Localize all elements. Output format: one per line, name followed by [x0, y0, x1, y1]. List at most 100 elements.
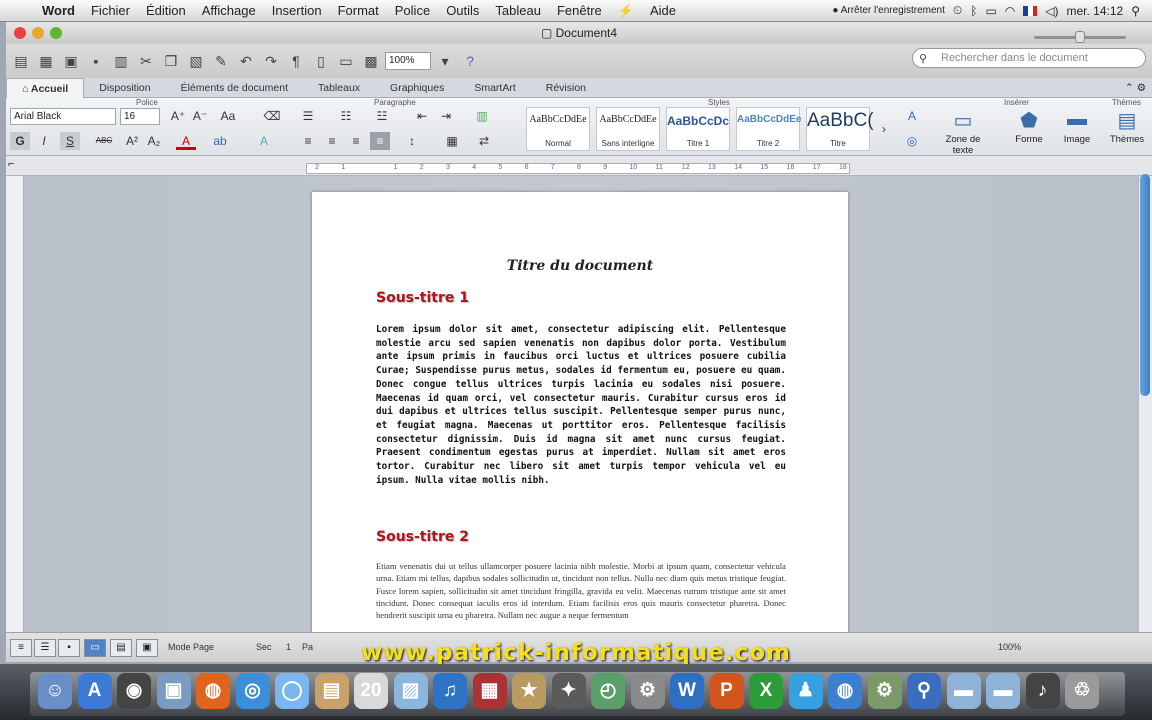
menu-police[interactable]: Police — [387, 3, 438, 18]
align-left-icon[interactable]: ≡ — [298, 132, 318, 150]
collapse-ribbon-icon[interactable]: ⌃ ⚙ — [1125, 82, 1152, 94]
dock-icon-ical[interactable]: 20 — [354, 673, 388, 709]
change-case-icon[interactable]: Aa — [218, 107, 238, 125]
menu-outils[interactable]: Outils — [438, 3, 487, 18]
numbering-icon[interactable]: ☷ — [336, 107, 356, 125]
menu-insertion[interactable]: Insertion — [264, 3, 330, 18]
highlight-icon[interactable]: ab — [210, 132, 230, 150]
style-titre-1[interactable]: AaBbCcDc Titre 1 — [666, 107, 730, 151]
horizontal-ruler[interactable]: 2 1 1 2 3 4 5 6 7 8 9 10 11 12 13 14 15 16 17 18 — [306, 163, 850, 174]
dock-icon-excel[interactable]: X — [749, 673, 783, 709]
dock-icon-photo-booth[interactable]: ▦ — [472, 673, 507, 709]
underline-icon[interactable]: S — [60, 132, 80, 150]
dock-icon-safari[interactable]: ◎ — [235, 673, 270, 709]
multilevel-list-icon[interactable]: ☳ — [372, 107, 392, 125]
dock-icon-aper-u[interactable]: ▣ — [156, 673, 191, 709]
italic-icon[interactable]: I — [34, 132, 54, 150]
battery-icon[interactable]: ▭ — [985, 4, 996, 18]
style-normal[interactable]: AaBbCcDdEe Normal — [526, 107, 590, 151]
align-center-icon[interactable]: ≡ — [322, 132, 342, 150]
bullets-icon[interactable]: ☰ — [298, 107, 318, 125]
borders-icon[interactable]: ▦ — [442, 132, 462, 150]
media-browser-icon[interactable]: ▩ — [360, 50, 382, 72]
superscript-icon[interactable]: A² — [122, 132, 142, 150]
font-name-select[interactable]: Arial Black — [10, 108, 116, 125]
bluetooth-icon[interactable]: ᛒ — [970, 4, 977, 18]
dock-icon-firefox[interactable]: ◍ — [196, 673, 230, 709]
text-effects-icon[interactable]: A — [254, 132, 274, 150]
redo-icon[interactable]: ↷ — [260, 50, 282, 72]
tab-elements-document[interactable]: Éléments de document — [166, 78, 303, 98]
format-painter-icon[interactable]: ✎ — [210, 50, 232, 72]
french-flag-icon[interactable] — [1023, 5, 1038, 16]
document-page[interactable]: Titre du document Sous-titre 1 Lorem ips… — [312, 192, 848, 652]
minimize-window-icon[interactable] — [32, 27, 44, 39]
sidebar-icon[interactable]: ▯ — [310, 50, 332, 72]
vertical-ruler[interactable] — [6, 176, 24, 632]
new-document-icon[interactable]: ▤ — [10, 50, 32, 72]
zoom-window-icon[interactable] — [50, 27, 62, 39]
wifi-icon[interactable]: ◠ — [1005, 4, 1015, 18]
clock[interactable]: mer. 14:12 — [1067, 4, 1124, 18]
bold-icon[interactable]: G — [10, 132, 30, 150]
time-machine-icon[interactable]: ⏲ — [953, 3, 962, 18]
dock-icon-ichat[interactable]: ◯ — [275, 673, 309, 709]
dock-icon-pr-f-rences[interactable]: ◉ — [117, 673, 151, 709]
dock-icon-utilitaire[interactable]: ⚙ — [867, 673, 902, 709]
menu-fenetre[interactable]: Fenêtre — [549, 3, 610, 18]
decrease-indent-icon[interactable]: ⇤ — [412, 107, 432, 125]
tab-smartart[interactable]: SmartArt — [459, 78, 530, 98]
template-gallery-icon[interactable]: ▦ — [35, 50, 57, 72]
style-titre-2[interactable]: AaBbCcDdEe Titre 2 — [736, 107, 801, 151]
document-title[interactable]: Titre du document — [312, 258, 848, 274]
copy-icon[interactable]: ❐ — [160, 50, 182, 72]
themes-button[interactable]: ▤ Thèmes — [1104, 108, 1150, 145]
undo-icon[interactable]: ↶ — [235, 50, 257, 72]
zoom-dropdown-icon[interactable]: ▾ — [434, 50, 456, 72]
grow-font-icon[interactable]: A⁺ — [168, 107, 188, 125]
menu-tableau[interactable]: Tableau — [487, 3, 549, 18]
tab-graphiques[interactable]: Graphiques — [375, 78, 459, 98]
text-direction-icon[interactable]: ⇄ — [474, 132, 494, 150]
insert-textbox-button[interactable]: ▭ Zone de texte — [940, 108, 986, 156]
strikethrough-icon[interactable]: ABC — [94, 132, 114, 150]
help-icon[interactable]: ? — [459, 50, 481, 72]
tab-tableaux[interactable]: Tableaux — [303, 78, 375, 98]
tab-disposition[interactable]: Disposition — [84, 78, 165, 98]
toolbox-icon[interactable]: ▭ — [335, 50, 357, 72]
dock-icon-iphoto[interactable]: ▨ — [393, 673, 428, 709]
dock-icon-r-seau[interactable]: ◍ — [828, 673, 862, 709]
dock-icon-word[interactable]: W — [670, 673, 704, 709]
styles-next-icon[interactable]: › — [874, 120, 894, 138]
font-color-icon[interactable]: A — [176, 132, 196, 150]
open-icon[interactable]: ▣ — [60, 50, 82, 72]
subtitle-1[interactable]: Sous-titre 1 — [376, 290, 469, 306]
close-window-icon[interactable] — [14, 27, 26, 39]
dock-icon-imovie[interactable]: ✦ — [551, 673, 586, 709]
pilcrow-icon[interactable]: ¶ — [285, 50, 307, 72]
spotlight-icon[interactable]: ⚲ — [1131, 4, 1140, 18]
clear-formatting-icon[interactable]: ⌫ — [262, 107, 282, 125]
align-right-icon[interactable]: ≡ — [346, 132, 366, 150]
dock-icon-itunes[interactable]: ♫ — [433, 673, 467, 709]
dock-icon-app-store[interactable]: A — [77, 673, 112, 709]
insert-image-button[interactable]: ▬ Image — [1054, 108, 1100, 145]
style-sans-interligne[interactable]: AaBbCcDdEe Sans interligne — [596, 107, 660, 151]
menu-format[interactable]: Format — [330, 3, 387, 18]
save-icon[interactable]: ▪ — [85, 50, 107, 72]
paragraph-1[interactable]: Lorem ipsum dolor sit amet, consectetur … — [376, 323, 786, 487]
insert-shape-button[interactable]: ⬟ Forme — [1006, 108, 1052, 145]
script-menu-icon[interactable]: ⚡ — [610, 3, 642, 19]
menu-fichier[interactable]: Fichier — [83, 3, 138, 18]
justify-icon[interactable]: ≡ — [370, 132, 390, 150]
dock-icon-archive[interactable]: ▤ — [314, 673, 349, 709]
style-titre[interactable]: AaBbC( Titre — [806, 107, 874, 151]
menu-app[interactable]: Word — [34, 3, 83, 18]
stop-recording-button[interactable]: ● Arrêter l'enregistrement — [832, 5, 944, 16]
scrollbar-thumb[interactable] — [1140, 174, 1150, 396]
dock-icon-garage[interactable]: ★ — [512, 673, 546, 709]
tab-stop-icon[interactable]: ⌐ — [8, 158, 14, 170]
columns-icon[interactable]: ▥ — [472, 107, 492, 125]
shrink-font-icon[interactable]: A⁻ — [190, 107, 210, 125]
search-field[interactable]: ⚲ Rechercher dans le document — [912, 48, 1146, 68]
